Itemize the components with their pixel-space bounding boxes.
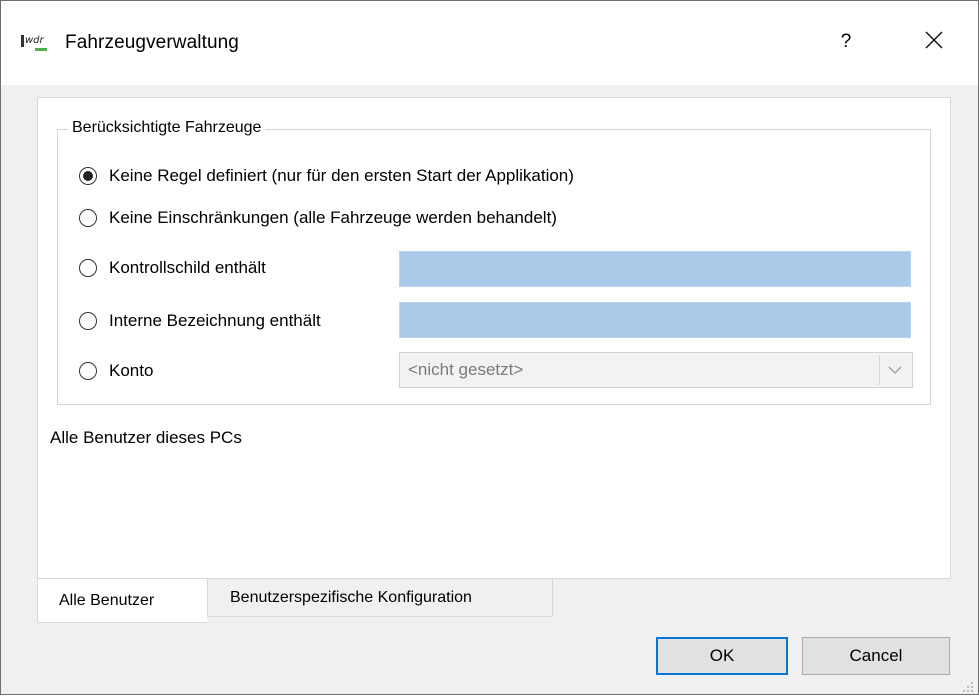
dialog-window: wdr Fahrzeugverwaltung ? Berücksichtigte… [0, 0, 979, 695]
radio-label: Interne Bezeichnung enthält [109, 311, 321, 330]
window-title: Fahrzeugverwaltung [65, 32, 239, 53]
vehicle-filter-groupbox: Berücksichtigte Fahrzeuge Keine Regel de… [57, 119, 931, 405]
chevron-down-icon[interactable] [879, 355, 910, 385]
tab-content-panel: Berücksichtigte Fahrzeuge Keine Regel de… [37, 97, 951, 579]
groupbox-legend: Berücksichtigte Fahrzeuge [68, 119, 266, 137]
tab-benutzerspezifische-konfiguration[interactable]: Benutzerspezifische Konfiguration [207, 579, 553, 617]
ok-button[interactable]: OK [656, 637, 788, 675]
scope-info-text: Alle Benutzer dieses PCs [50, 428, 242, 447]
tab-label: Alle Benutzer [59, 591, 155, 609]
radio-unselected-icon [79, 362, 97, 380]
svg-text:wdr: wdr [25, 35, 45, 46]
close-icon [925, 31, 943, 54]
radio-konto[interactable]: Konto [79, 358, 153, 384]
title-bar: wdr Fahrzeugverwaltung ? [1, 1, 978, 85]
resize-grip-icon[interactable] [962, 678, 974, 692]
radio-unselected-icon [79, 209, 97, 227]
radio-interne-bezeichnung[interactable]: Interne Bezeichnung enthält [79, 308, 321, 334]
radio-kontrollschild[interactable]: Kontrollschild enthält [79, 255, 266, 281]
radio-label: Konto [109, 361, 154, 380]
radio-keine-regel[interactable]: Keine Regel definiert (nur für den erste… [79, 163, 574, 189]
help-button[interactable]: ? [823, 21, 869, 63]
radio-unselected-icon [79, 312, 97, 330]
close-button[interactable] [911, 21, 957, 63]
tab-label: Benutzerspezifische Konfiguration [230, 588, 472, 606]
konto-dropdown[interactable]: <nicht gesetzt> [399, 352, 913, 388]
radio-selected-icon [79, 167, 97, 185]
radio-label: Keine Einschränkungen (alle Fahrzeuge we… [109, 208, 557, 227]
radio-label: Keine Regel definiert (nur für den erste… [109, 166, 574, 185]
kontrollschild-input[interactable] [399, 251, 911, 287]
tab-alle-benutzer[interactable]: Alle Benutzer [37, 579, 207, 623]
app-logo-icon: wdr [21, 31, 55, 55]
cancel-button[interactable]: Cancel [802, 637, 950, 675]
radio-label: Kontrollschild enthält [109, 258, 266, 277]
interne-bezeichnung-input[interactable] [399, 302, 911, 338]
konto-selected-value: <nicht gesetzt> [408, 360, 524, 379]
radio-unselected-icon [79, 259, 97, 277]
radio-keine-einschraenkungen[interactable]: Keine Einschränkungen (alle Fahrzeuge we… [79, 205, 557, 231]
